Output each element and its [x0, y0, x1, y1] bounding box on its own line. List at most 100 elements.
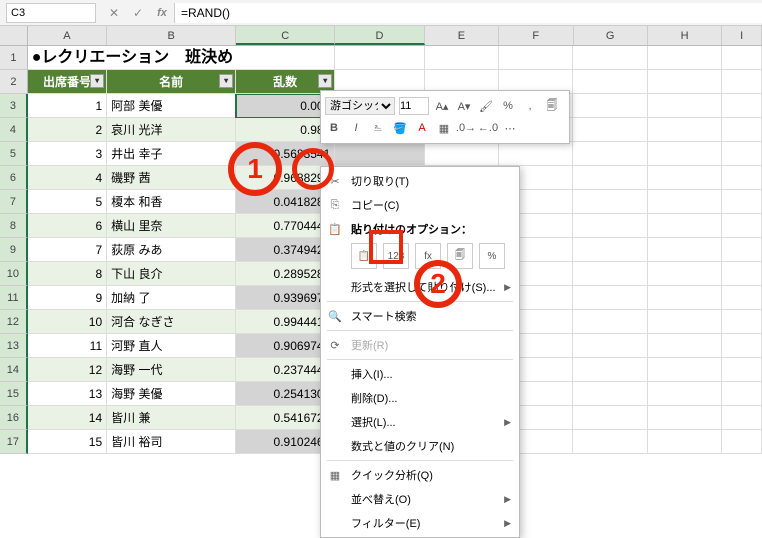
row-9[interactable]: 9	[0, 238, 28, 262]
row-17[interactable]: 17	[0, 430, 28, 454]
fill-color-icon[interactable]: 🪣	[391, 119, 409, 137]
menu-copy[interactable]: ⎘コピー(C)	[321, 193, 519, 217]
cell[interactable]: 10	[28, 310, 107, 334]
row-1[interactable]: 1	[0, 46, 28, 70]
col-A[interactable]: A	[28, 26, 107, 45]
dec-decimal-icon[interactable]: ←.0	[479, 119, 497, 137]
cell[interactable]: 磯野 茜	[107, 166, 236, 190]
filter-icon[interactable]: ▾	[219, 74, 233, 88]
shrink-font-icon[interactable]: A▾	[455, 97, 473, 115]
menu-filter[interactable]: フィルター(E)▶	[321, 511, 519, 535]
row-10[interactable]: 10	[0, 262, 28, 286]
cell[interactable]	[722, 166, 762, 190]
cell[interactable]: 河合 なぎさ	[107, 310, 236, 334]
format-icon[interactable]: 🗐	[543, 97, 561, 115]
cell[interactable]: 哀川 光洋	[107, 118, 236, 142]
hdr-id[interactable]: 出席番号▾	[28, 70, 107, 94]
cell[interactable]: 皆川 兼	[107, 406, 236, 430]
cell[interactable]: 井出 幸子	[107, 142, 236, 166]
bold-button[interactable]: B	[325, 119, 343, 137]
col-H[interactable]: H	[648, 26, 722, 45]
cell[interactable]: 皆川 裕司	[107, 430, 236, 454]
comma-icon[interactable]: ,	[521, 97, 539, 115]
grow-font-icon[interactable]: A▴	[433, 97, 451, 115]
cell[interactable]	[573, 142, 647, 166]
cell[interactable]	[722, 190, 762, 214]
cell[interactable]	[573, 94, 647, 118]
cell[interactable]	[499, 142, 573, 166]
select-all-corner[interactable]	[0, 26, 28, 45]
cell[interactable]	[573, 166, 647, 190]
cell[interactable]	[648, 334, 722, 358]
cell[interactable]: 6	[28, 214, 107, 238]
filter-icon[interactable]: ▾	[90, 74, 104, 88]
cell[interactable]	[722, 406, 762, 430]
cell[interactable]: 3	[28, 142, 107, 166]
col-B[interactable]: B	[107, 26, 236, 45]
row-13[interactable]: 13	[0, 334, 28, 358]
menu-delete[interactable]: 削除(D)...	[321, 386, 519, 410]
cell[interactable]	[573, 286, 647, 310]
col-D[interactable]: D	[335, 26, 424, 45]
cell[interactable]	[573, 430, 647, 454]
row-11[interactable]: 11	[0, 286, 28, 310]
cell[interactable]	[648, 238, 722, 262]
cell[interactable]: 加納 了	[107, 286, 236, 310]
cell[interactable]	[722, 430, 762, 454]
row-7[interactable]: 7	[0, 190, 28, 214]
row-12[interactable]: 12	[0, 310, 28, 334]
cell[interactable]: 0.5683541	[236, 142, 335, 166]
col-F[interactable]: F	[499, 26, 573, 45]
cell[interactable]: 榎本 和香	[107, 190, 236, 214]
paste-values-icon[interactable]: 123	[383, 243, 409, 269]
menu-clear[interactable]: 数式と値のクリア(N)	[321, 434, 519, 458]
cell[interactable]	[573, 334, 647, 358]
font-select[interactable]: 游ゴシック	[325, 97, 395, 115]
format-painter-icon[interactable]: 🖌	[477, 97, 495, 115]
filter-icon[interactable]: ▾	[318, 74, 332, 88]
cell[interactable]: 河野 直人	[107, 334, 236, 358]
cell[interactable]: 9	[28, 286, 107, 310]
cell[interactable]	[648, 118, 722, 142]
cell[interactable]	[722, 382, 762, 406]
cell[interactable]	[573, 382, 647, 406]
cell[interactable]	[648, 382, 722, 406]
cell[interactable]: 4	[28, 166, 107, 190]
cell[interactable]	[648, 310, 722, 334]
hdr-name[interactable]: 名前▾	[107, 70, 236, 94]
underline-icon[interactable]: ⎁	[369, 119, 387, 137]
cell[interactable]: 15	[28, 430, 107, 454]
cell[interactable]	[722, 238, 762, 262]
row-8[interactable]: 8	[0, 214, 28, 238]
cell[interactable]	[573, 406, 647, 430]
cell[interactable]	[573, 238, 647, 262]
row-4[interactable]: 4	[0, 118, 28, 142]
cell[interactable]	[722, 310, 762, 334]
cell[interactable]	[722, 358, 762, 382]
cell[interactable]: 14	[28, 406, 107, 430]
col-I[interactable]: I	[722, 26, 762, 45]
cell[interactable]: 2	[28, 118, 107, 142]
cell[interactable]	[648, 406, 722, 430]
cell[interactable]	[648, 94, 722, 118]
paste-all-icon[interactable]: 📋	[351, 243, 377, 269]
cell[interactable]: 12	[28, 358, 107, 382]
italic-button[interactable]: I	[347, 119, 365, 137]
name-box[interactable]	[6, 3, 96, 23]
paste-formatting-icon[interactable]: 🗐	[447, 243, 473, 269]
cell[interactable]: 5	[28, 190, 107, 214]
cell[interactable]	[573, 358, 647, 382]
row-15[interactable]: 15	[0, 382, 28, 406]
cell[interactable]: 横山 里奈	[107, 214, 236, 238]
cell[interactable]	[648, 262, 722, 286]
col-E[interactable]: E	[425, 26, 499, 45]
formula-input[interactable]	[174, 3, 762, 23]
cell[interactable]: 11	[28, 334, 107, 358]
cell[interactable]: 海野 美優	[107, 382, 236, 406]
cell[interactable]	[648, 358, 722, 382]
cell[interactable]	[648, 166, 722, 190]
cell[interactable]	[722, 94, 762, 118]
paste-formulas-icon[interactable]: fx	[415, 243, 441, 269]
cell[interactable]: 1	[28, 94, 107, 118]
row-16[interactable]: 16	[0, 406, 28, 430]
